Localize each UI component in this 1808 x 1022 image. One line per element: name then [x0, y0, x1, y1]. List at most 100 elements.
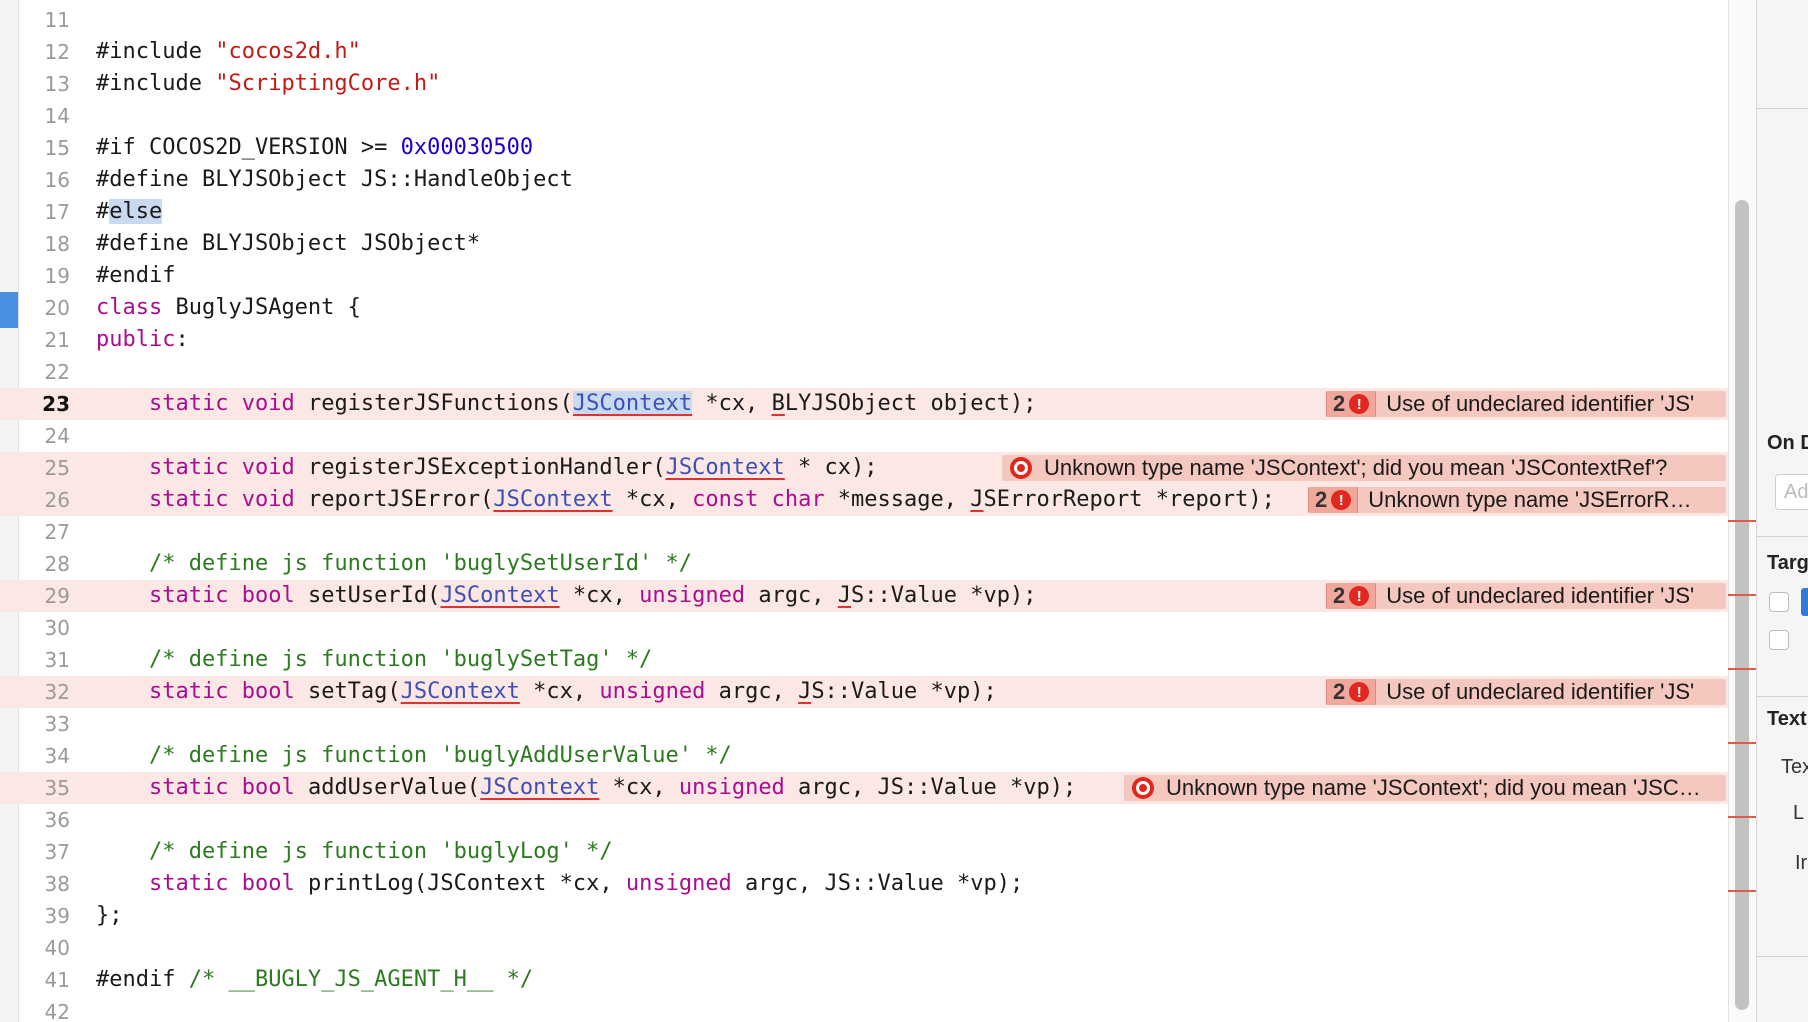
line-number[interactable]: 42 [18, 996, 70, 1022]
symbol-link[interactable]: JSContext [572, 391, 693, 416]
line-number[interactable]: 38 [18, 868, 70, 900]
code-line-error[interactable]: 32 static bool setTag(JSContext *cx, uns… [0, 676, 1728, 708]
indent-using-label: Ir [1795, 852, 1808, 874]
target-checkbox[interactable] [1769, 592, 1789, 612]
line-number[interactable]: 41 [18, 964, 70, 996]
code-token: unsigned [639, 583, 746, 608]
code-line[interactable]: 11 [0, 4, 1728, 36]
line-number[interactable]: 17 [18, 196, 70, 228]
inline-error-annotation[interactable]: 2! Unknown type name 'JSErrorR… [1308, 487, 1726, 513]
code-line[interactable]: 42 [0, 996, 1728, 1022]
inline-error-annotation[interactable]: 2! Use of undeclared identifier 'JS' [1326, 391, 1726, 417]
symbol-link[interactable]: JSContext [401, 679, 520, 704]
symbol-link[interactable]: JSContext [666, 455, 785, 480]
inline-error-annotation[interactable]: 2! Use of undeclared identifier 'JS' [1326, 583, 1726, 609]
line-number[interactable]: 27 [18, 516, 70, 548]
scrollbar-thumb[interactable] [1735, 200, 1749, 1010]
code-line[interactable]: 34 /* define js function 'buglyAddUserVa… [0, 740, 1728, 772]
line-number[interactable]: 33 [18, 708, 70, 740]
code-line[interactable]: 15 #if COCOS2D_VERSION >= 0x00030500 [0, 132, 1728, 164]
code-line-error[interactable]: 29 static bool setUserId(JSContext *cx, … [0, 580, 1728, 612]
inline-error-annotation[interactable]: Unknown type name 'JSContext'; did you m… [1002, 455, 1726, 481]
code-line[interactable]: 33 [0, 708, 1728, 740]
target-checkbox[interactable] [1769, 630, 1789, 650]
line-number[interactable]: 21 [18, 324, 70, 356]
code-line[interactable]: 12 #include "cocos2d.h" [0, 36, 1728, 68]
code-text: #define BLYJSObject JSObject* [96, 228, 480, 260]
fixit-error-icon[interactable] [1132, 777, 1154, 799]
line-number[interactable]: 32 [18, 676, 70, 708]
issue-count-badge[interactable]: 2! [1326, 679, 1377, 705]
source-editor[interactable]: 11 12 #include "cocos2d.h" 13 #include "Scri… [0, 0, 1728, 1022]
code-line[interactable]: 37 /* define js function 'buglyLog' */ [0, 836, 1728, 868]
code-line[interactable]: 16 #define BLYJSObject JS::HandleObject [0, 164, 1728, 196]
line-number[interactable]: 31 [18, 644, 70, 676]
line-number[interactable]: 26 [18, 484, 70, 516]
line-number[interactable]: 40 [18, 932, 70, 964]
code-line[interactable]: 19 #endif [0, 260, 1728, 292]
issue-count-badge[interactable]: 2! [1326, 391, 1377, 417]
add-tag-input[interactable]: Ad [1775, 474, 1808, 510]
line-number[interactable]: 11 [18, 4, 70, 36]
line-number[interactable]: 35 [18, 772, 70, 804]
line-number[interactable]: 28 [18, 548, 70, 580]
code-line[interactable]: 28 /* define js function 'buglySetUserId… [0, 548, 1728, 580]
line-number[interactable]: 37 [18, 836, 70, 868]
target-membership-label: Targ [1767, 552, 1808, 574]
line-number[interactable]: 36 [18, 804, 70, 836]
code-line[interactable]: 31 /* define js function 'buglySetTag' *… [0, 644, 1728, 676]
code-line[interactable]: 38 static bool printLog(JSContext *cx, u… [0, 868, 1728, 900]
line-number[interactable]: 20 [18, 292, 70, 324]
line-number[interactable]: 14 [18, 100, 70, 132]
symbol-link[interactable]: JSContext [480, 775, 599, 800]
code-token: bool [241, 679, 295, 704]
line-number[interactable]: 23 [18, 388, 70, 420]
inline-error-annotation[interactable]: Unknown type name 'JSContext'; did you m… [1124, 775, 1726, 801]
line-number[interactable]: 22 [18, 356, 70, 388]
line-number[interactable]: 15 [18, 132, 70, 164]
fixit-error-icon[interactable] [1010, 457, 1032, 479]
line-number[interactable]: 16 [18, 164, 70, 196]
code-line-error[interactable]: 26 static void reportJSError(JSContext *… [0, 484, 1728, 516]
code-token: reportJSError( [294, 487, 494, 512]
code-line[interactable]: 27 [0, 516, 1728, 548]
code-line[interactable]: 24 [0, 420, 1728, 452]
line-number[interactable]: 39 [18, 900, 70, 932]
code-line[interactable]: 30 [0, 612, 1728, 644]
code-line-error[interactable]: 25 static void registerJSExceptionHandle… [0, 452, 1728, 484]
line-number[interactable]: 19 [18, 260, 70, 292]
issue-count-badge[interactable]: 2! [1308, 487, 1359, 513]
code-line[interactable]: 40 [0, 932, 1728, 964]
line-number[interactable]: 25 [18, 452, 70, 484]
line-number[interactable]: 29 [18, 580, 70, 612]
code-token: static [148, 583, 229, 608]
code-line[interactable]: 17 #else [0, 196, 1728, 228]
symbol-link[interactable]: JSContext [440, 583, 559, 608]
error-message: Unknown type name 'JSErrorR… [1368, 487, 1692, 512]
line-number[interactable]: 12 [18, 36, 70, 68]
inline-error-annotation[interactable]: 2! Use of undeclared identifier 'JS' [1326, 679, 1726, 705]
line-number[interactable]: 24 [18, 420, 70, 452]
code-line[interactable]: 36 [0, 804, 1728, 836]
code-line-error[interactable]: 35 static bool addUserValue(JSContext *c… [0, 772, 1728, 804]
code-line[interactable]: 21 public: [0, 324, 1728, 356]
issue-count-badge[interactable]: 2! [1326, 583, 1377, 609]
text-encoding-label: Tex [1781, 756, 1808, 778]
code-token: static [148, 775, 229, 800]
code-line[interactable]: 39}; [0, 900, 1728, 932]
line-number[interactable]: 34 [18, 740, 70, 772]
code-line[interactable]: 20 class BuglyJSAgent { [0, 292, 1728, 324]
code-line-error[interactable]: 23 static void registerJSFunctions(JSCon… [0, 388, 1728, 420]
code-line[interactable]: 18 #define BLYJSObject JSObject* [0, 228, 1728, 260]
line-number[interactable]: 18 [18, 228, 70, 260]
code-line[interactable]: 13 #include "ScriptingCore.h" [0, 68, 1728, 100]
code-line[interactable]: 22 [0, 356, 1728, 388]
line-number[interactable]: 30 [18, 612, 70, 644]
code-line[interactable]: 14 [0, 100, 1728, 132]
code-line[interactable]: 41 #endif /* __BUGLY_JS_AGENT_H__ */ [0, 964, 1728, 996]
line-number[interactable]: 13 [18, 68, 70, 100]
symbol-link[interactable]: JSContext [493, 487, 612, 512]
